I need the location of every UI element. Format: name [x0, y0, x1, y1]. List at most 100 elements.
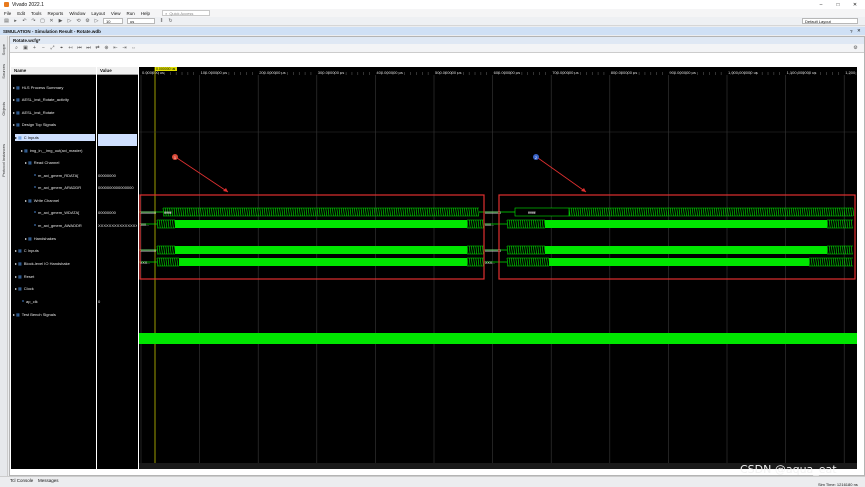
zoom-fit-icon[interactable]: ⤢: [50, 45, 55, 51]
signal-row[interactable]: ▸ ▦ AESL_inst_Rotate_activity: [13, 96, 95, 103]
expand-chevron-icon[interactable]: ▸: [21, 148, 23, 153]
signal-row[interactable]: ᴹ m_axi_gmem_RDATA[: [33, 172, 95, 179]
go-end-icon[interactable]: ⏭: [86, 45, 91, 51]
signal-row[interactable]: ▸ ▦ AESL_inst_Rotate: [13, 109, 95, 116]
expand-chevron-icon[interactable]: ▸: [13, 97, 15, 102]
bus-transition: [329, 207, 332, 217]
expand-chevron-icon[interactable]: ▸: [25, 198, 27, 203]
signal-row[interactable]: ▸ ▦ Clock: [15, 285, 95, 292]
run-all-icon[interactable]: ▶: [58, 18, 63, 24]
menu-edit[interactable]: Edit: [17, 11, 25, 16]
close-button[interactable]: ✕: [847, 0, 863, 9]
signal-row[interactable]: ▸ ▦ img_in__img_out(axi_master): [21, 147, 95, 154]
signal-row[interactable]: ᴹ m_axi_gmem_AWADDR: [33, 222, 95, 229]
menu-tools[interactable]: Tools: [31, 11, 42, 16]
menu-file[interactable]: File: [4, 11, 11, 16]
settings-icon[interactable]: ⚙: [85, 18, 90, 24]
bus-transition: [528, 257, 531, 267]
quick-access-input[interactable]: ⌕ Quick Access: [162, 10, 211, 16]
signal-row[interactable]: ▸ ▦ Write Channel: [25, 197, 95, 204]
tab-scope[interactable]: Scope: [1, 44, 6, 55]
cursor-icon[interactable]: ⌖: [59, 45, 64, 51]
save-icon[interactable]: ▣: [23, 45, 28, 51]
menu-reports[interactable]: Reports: [48, 11, 64, 16]
help-icon[interactable]: ?: [850, 29, 853, 34]
tab-sources[interactable]: Sources: [1, 64, 6, 79]
bus-transition: [296, 207, 299, 217]
signal-row[interactable]: ᴹ m_axi_gmem_ARADDR: [33, 184, 95, 191]
bus-transition: [606, 207, 608, 217]
zoom-in-icon[interactable]: +: [32, 45, 37, 51]
signal-row[interactable]: ▸ ▦ Reset: [15, 273, 95, 280]
restart-icon[interactable]: ⟲: [76, 18, 81, 24]
expand-chevron-icon[interactable]: ▸: [13, 312, 15, 317]
marker-icon[interactable]: ↤: [68, 45, 73, 51]
menu-view[interactable]: View: [111, 11, 121, 16]
delete-icon[interactable]: ✕: [49, 18, 54, 24]
bus-transition: [661, 207, 663, 217]
break-icon[interactable]: ‖: [159, 18, 164, 24]
bus-transition: [318, 207, 321, 217]
waveform-area[interactable]: 0.000000 us 100.000000 us 200.000000 us 300…: [139, 66, 862, 469]
run-unit-select[interactable]: us: [127, 18, 155, 24]
menu-help[interactable]: Help: [141, 11, 150, 16]
expand-chevron-icon[interactable]: ▸: [25, 160, 27, 165]
signal-row[interactable]: ▸ ▦ Test Bench Signals: [13, 311, 95, 318]
signal-row[interactable]: ▸ ▦ C Inputs: [15, 247, 95, 254]
maximize-button[interactable]: □: [830, 0, 846, 9]
expand-chevron-icon[interactable]: ▸: [15, 261, 17, 266]
expand-chevron-icon[interactable]: ▸: [15, 135, 17, 140]
undo-icon[interactable]: ↶: [22, 18, 27, 24]
signal-row[interactable]: ▸ ▦ Handshakes: [25, 235, 95, 242]
bus-transition: [522, 245, 524, 255]
bus-transition: [477, 245, 480, 255]
next-marker-icon[interactable]: ⇥: [122, 45, 127, 51]
expand-chevron-icon[interactable]: ▸: [13, 122, 15, 127]
signal-row[interactable]: ▸ ▦ HLS Process Summary: [13, 84, 95, 91]
signal-row[interactable]: ᴹ ap_clk: [21, 298, 95, 305]
swap-icon[interactable]: ⇄: [95, 45, 100, 51]
add-marker-icon[interactable]: ⊕: [104, 45, 109, 51]
signal-row[interactable]: ᴹ m_axi_gmem_WDATA[: [33, 209, 95, 216]
prev-marker-icon[interactable]: ⇤: [113, 45, 118, 51]
expand-chevron-icon[interactable]: ▸: [25, 236, 27, 241]
open-icon[interactable]: ▸: [13, 18, 18, 24]
search-icon[interactable]: ⌕: [14, 45, 19, 51]
panel-close-icon[interactable]: ✕: [857, 28, 861, 34]
menu-run[interactable]: Run: [127, 11, 135, 16]
bus-transition: [539, 219, 542, 229]
bus-transition: [826, 257, 828, 267]
signal-row[interactable]: ▸ ▦ Read Channel: [25, 159, 95, 166]
gear-icon[interactable]: ⚙: [853, 45, 858, 51]
expand-chevron-icon[interactable]: ▸: [13, 85, 15, 90]
tab-protocol-instances[interactable]: Protocol Instances: [1, 144, 6, 177]
tab-objects[interactable]: Objects: [1, 102, 6, 116]
expand-chevron-icon[interactable]: ▸: [13, 110, 15, 115]
tab-messages[interactable]: Messages: [38, 478, 59, 483]
minimize-button[interactable]: –: [813, 0, 829, 9]
run-time-input[interactable]: 10: [103, 18, 123, 24]
expand-chevron-icon[interactable]: ▸: [15, 248, 17, 253]
redo-icon[interactable]: ↷: [31, 18, 36, 24]
bus-transition: [312, 207, 314, 217]
bus-transition: [290, 207, 292, 217]
bus-transition: [683, 207, 685, 217]
go-start-icon[interactable]: ⏮: [77, 45, 82, 51]
menu-window[interactable]: Window: [69, 11, 85, 16]
menu-layout[interactable]: Layout: [91, 11, 105, 16]
relaunch-icon[interactable]: ↻: [168, 18, 173, 24]
step-icon[interactable]: ▷: [67, 18, 72, 24]
signal-row[interactable]: ▸ ▦ Block-level IO Handshake: [15, 260, 95, 267]
new-project-icon[interactable]: ▤: [4, 18, 9, 24]
expand-chevron-icon[interactable]: ▸: [15, 286, 17, 291]
copy-icon[interactable]: ▢: [40, 18, 45, 24]
run-for-icon[interactable]: ▷: [94, 18, 99, 24]
expand-chevron-icon[interactable]: ▸: [15, 274, 17, 279]
signal-row[interactable]: ▸ ▦ Design Top Signals: [13, 121, 95, 128]
layout-select[interactable]: Default Layout: [802, 18, 858, 24]
zoom-out-icon[interactable]: −: [41, 45, 46, 51]
signal-row[interactable]: ▸ ▦ C Inputs: [15, 134, 95, 141]
expand-icon[interactable]: ⇔: [131, 45, 136, 51]
bus-transition: [680, 207, 683, 217]
tab-tcl-console[interactable]: Tcl Console: [10, 478, 33, 483]
